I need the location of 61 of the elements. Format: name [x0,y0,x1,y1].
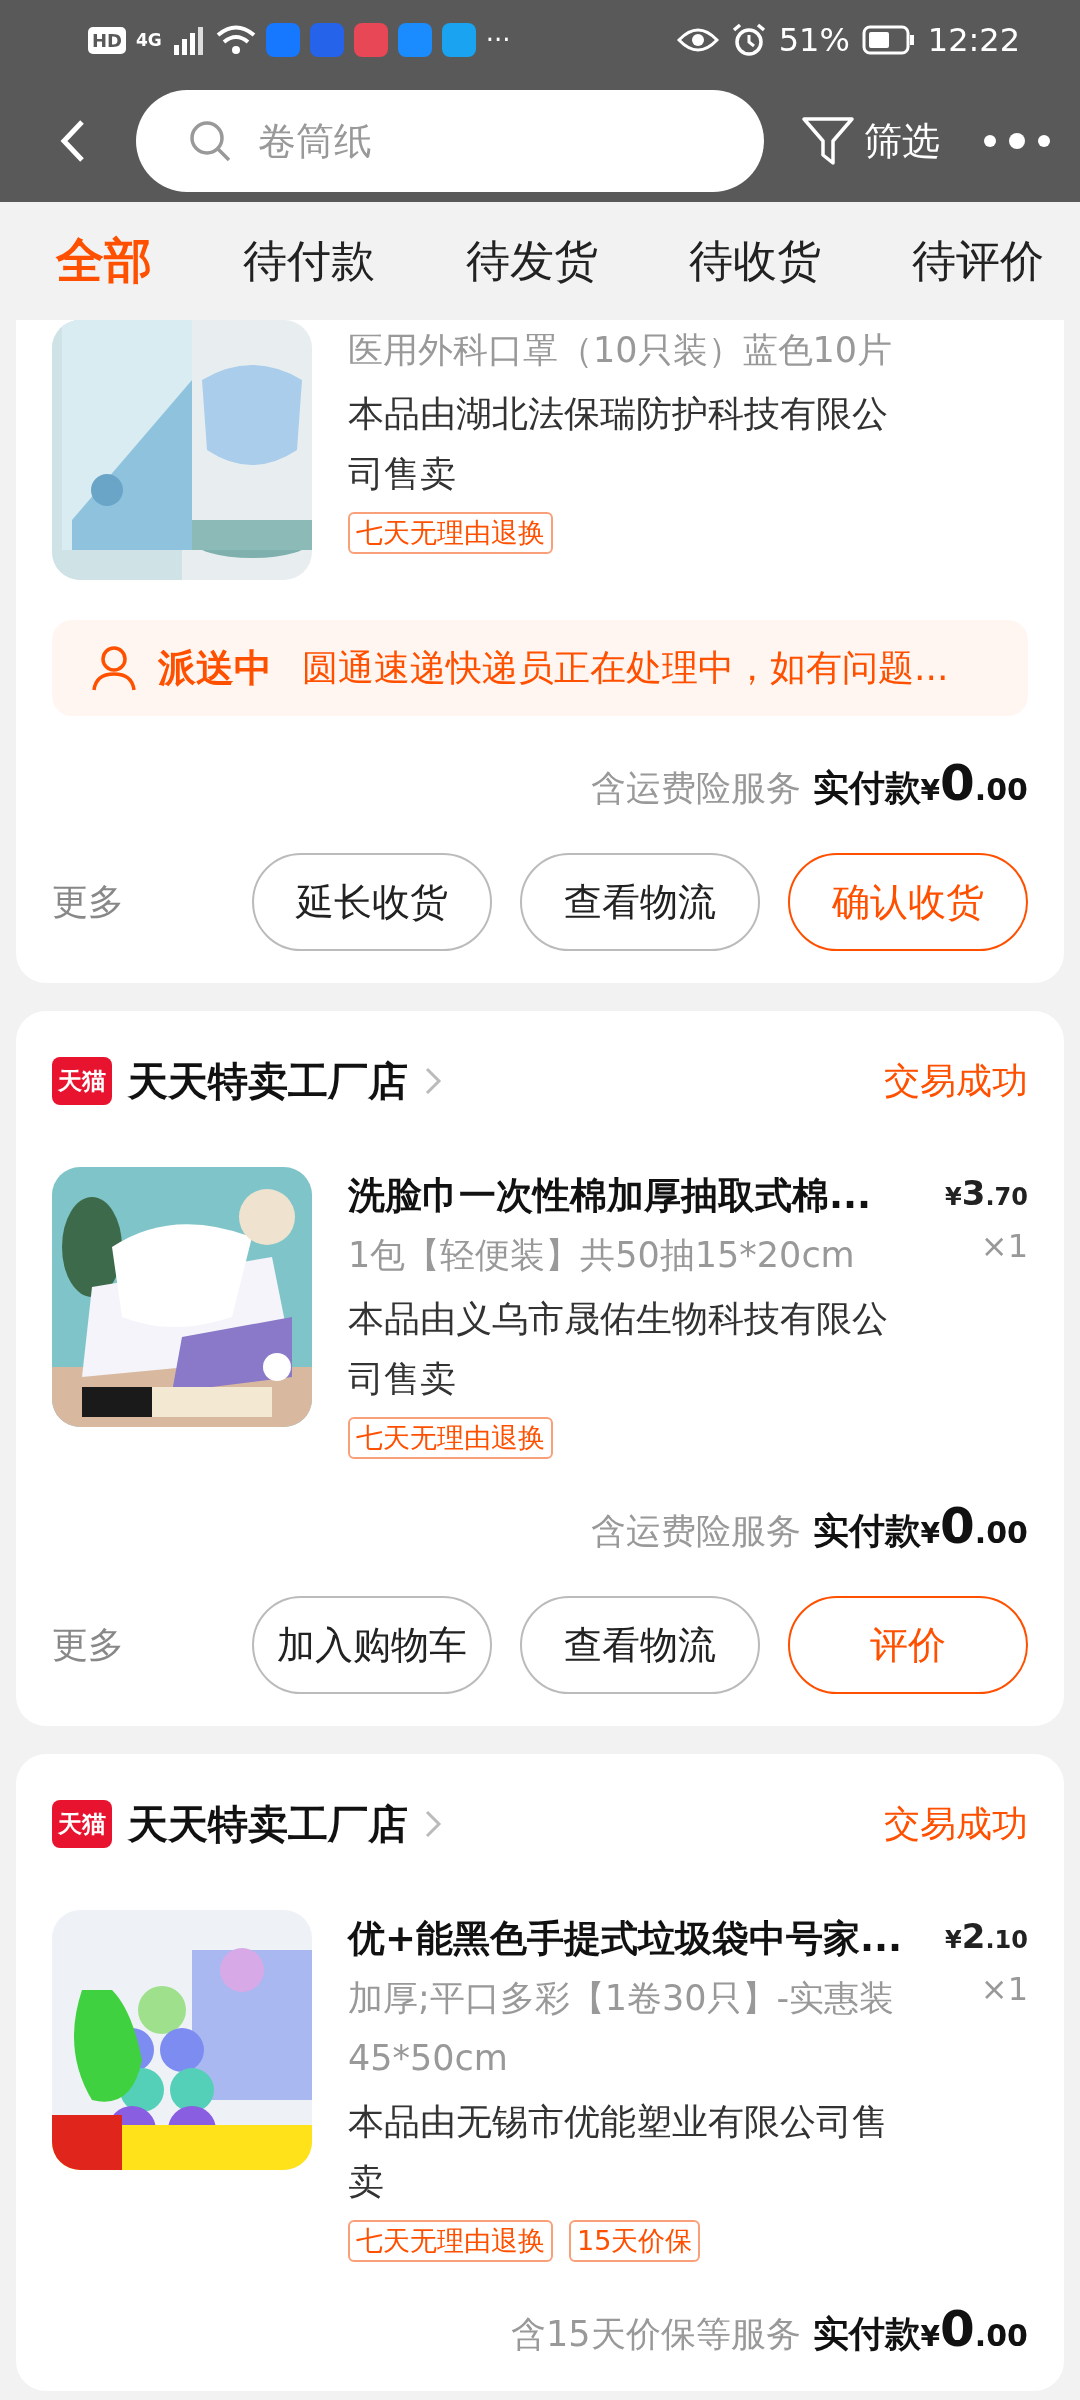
more-link[interactable]: 更多 [52,877,124,927]
order-tab[interactable]: 待收货 [689,231,821,291]
app-icon [265,23,300,57]
price: ¥2.10 [945,1916,1028,1956]
store-logo: 天猫 [52,1057,112,1105]
paid-amount: 实付款¥0.00 [812,2300,1028,2359]
signal-icon [171,25,206,55]
order-action-button[interactable]: 查看物流 [520,1596,760,1694]
service-note: 含15天价保等服务 [511,2313,801,2356]
quantity: ×1 [980,1227,1028,1265]
store-name[interactable]: 天天特卖工厂店 [128,1796,408,1852]
hd-indicator: HD [88,26,126,54]
order-tab[interactable]: 待评价 [912,231,1044,291]
order-status: 交易成功 [884,1801,1028,1846]
battery-icon [861,25,916,55]
service-tag: 七天无理由退换 [348,2220,553,2262]
paid-amount: 实付款¥0.00 [812,754,1028,813]
product-title[interactable]: 优+能黑色手提式垃圾袋中号家... [348,1910,932,1968]
wifi-icon [215,24,256,56]
order-action-button[interactable]: 查看物流 [520,853,760,951]
order-tab[interactable]: 待付款 [243,231,375,291]
alarm-icon [730,22,767,58]
store-logo: 天猫 [52,1800,112,1848]
service-note: 含运费险服务 [590,1510,801,1553]
more-link[interactable]: 更多 [52,1620,124,1670]
seller-note: 本品由义乌市晟佑生物科技有限公司售卖 [348,1297,889,1401]
product-title[interactable]: 洗脸巾一次性棉加厚抽取式棉... [348,1167,932,1225]
service-tag: 七天无理由退换 [348,1417,553,1459]
app-icon [441,23,476,57]
more-notifications: ··· [485,25,511,55]
network-type: 4G [136,31,162,49]
order-action-button[interactable]: 延长收货 [252,853,492,951]
filter-button[interactable]: 筛选 [800,113,940,169]
seller-note: 本品由湖北法保瑞防护科技有限公司售卖 [348,392,889,496]
more-icon[interactable] [982,131,1052,151]
app-icon [397,23,432,57]
clock: 12:22 [927,21,1020,59]
product-spec: 加厚;平口多彩【1卷30只】-实惠装45*50cm [348,1977,896,2080]
service-tag: 七天无理由退换 [348,512,553,554]
product-spec: 医用外科口罩（10只装）蓝色10片 [348,329,894,372]
store-name[interactable]: 天天特卖工厂店 [128,1053,408,1109]
order-tab[interactable]: 待发货 [466,231,598,291]
eye-icon [676,26,719,54]
person-icon [90,644,138,692]
search-field[interactable]: 卷筒纸 [136,90,764,192]
delivery-message: 圆通速递快递员正在处理中，如有问题... [302,645,949,690]
chevron-right-icon [424,1066,442,1096]
battery-level: 51% [778,21,850,59]
product-spec: 1包【轻便装】共50抽15*20cm [348,1234,856,1277]
price: ¥3.70 [945,1173,1028,1213]
quantity: ×1 [980,1970,1028,2008]
seller-note: 本品由无锡市优能塑业有限公司售卖 [348,2100,889,2204]
delivery-status: 派送中 [158,644,272,692]
order-status: 交易成功 [884,1058,1028,1103]
paid-amount: 实付款¥0.00 [812,1497,1028,1556]
chevron-right-icon [424,1809,442,1839]
app-icon [353,23,388,57]
app-icon [309,23,344,57]
order-action-button[interactable]: 加入购物车 [252,1596,492,1694]
service-tag: 15天价保 [569,2220,701,2262]
service-note: 含运费险服务 [590,767,801,810]
